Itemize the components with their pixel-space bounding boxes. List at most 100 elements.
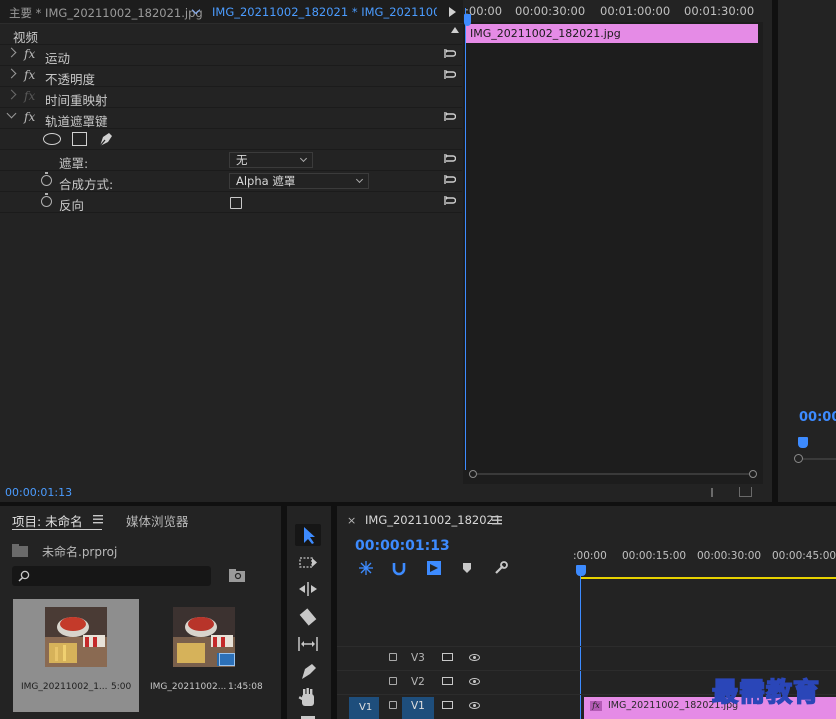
effect-controls-clip[interactable]: IMG_20211002_182021.jpg [466,24,758,43]
program-timecode[interactable]: 00:00 [799,410,836,425]
program-monitor-panel: 00:00 [778,0,836,502]
reverse-checkbox[interactable] [230,197,242,209]
project-item-duration: 5:00 [111,682,132,692]
sequence-tab-title[interactable]: IMG_20211002_182021 [365,513,501,527]
reset-icon[interactable] [444,174,456,186]
add-marker-icon[interactable] [462,562,472,574]
chevron-right-icon[interactable] [6,68,17,79]
reset-icon[interactable] [444,111,456,123]
lock-icon[interactable] [389,653,397,661]
food-photo-image [45,607,107,667]
sequence-playhead-handle[interactable] [576,565,586,576]
eye-icon[interactable] [469,702,480,709]
ripple-edit-tool[interactable] [295,578,321,600]
reset-icon[interactable] [444,195,456,207]
pen-tool[interactable] [295,660,321,682]
track-v3: V3 [337,646,836,670]
playhead-line[interactable] [464,8,471,470]
stopwatch-icon[interactable] [41,172,52,186]
time-ruler[interactable]: :00:00 00:00:30:00 00:01:00:00 00:01:30:… [463,0,763,22]
hand-tool[interactable] [295,686,321,708]
ellipse-mask-icon[interactable] [43,133,61,145]
reset-icon[interactable] [444,153,456,165]
program-scroll-track[interactable] [803,458,836,460]
tab-media-browser[interactable]: 媒体浏览器 [126,511,189,530]
export-icon[interactable] [739,487,752,497]
track-select-icon [299,557,317,568]
play-icon[interactable] [449,7,456,17]
tab-sequence-clip[interactable]: IMG_20211002_182021 * IMG_20211002_... [212,5,437,19]
source-patch-label: V1 [359,702,373,713]
track-name: V1 [411,700,425,712]
project-item[interactable]: IMG_20211002... 1:45:08 [140,599,268,712]
effect-row-time-remap[interactable]: fx 时间重映射 [0,87,462,108]
playhead-handle[interactable] [464,14,471,26]
close-icon[interactable]: × [347,514,356,527]
linked-selection-icon[interactable] [426,560,442,576]
rectangle-mask-icon[interactable] [72,132,87,146]
search-input[interactable] [12,566,211,586]
lock-icon[interactable] [389,677,397,685]
selection-tool[interactable] [295,524,321,546]
composite-label: 合成方式: [59,177,114,192]
matte-dropdown[interactable]: 无 [229,152,313,168]
sync-lock-icon[interactable] [442,701,453,709]
fx-icon[interactable]: fx [24,47,35,61]
project-panel: 项目: 未命名 媒体浏览器 未命名.prproj IMG_20211002_1.… [0,506,281,719]
new-search-bin-icon[interactable] [229,569,245,582]
chevron-down-icon[interactable] [6,108,17,119]
chevron-right-icon[interactable] [6,47,17,58]
fx-icon[interactable]: fx [24,68,35,82]
wrench-icon[interactable] [494,561,508,575]
matte-row: 遮罩: 无 [0,150,462,171]
tab-master-clip[interactable]: 主要 * IMG_20211002_182021.jpg [9,5,203,21]
folder-icon [12,544,28,557]
project-item-name: IMG_20211002... [150,682,227,692]
effect-label: 不透明度 [45,72,96,87]
sequence-time-ruler[interactable]: :00:00 00:00:15:00 00:00:30:00 00:00:45:… [573,546,836,572]
razor-tool[interactable] [295,606,321,628]
composite-dropdown[interactable]: Alpha 遮罩 [229,173,369,189]
search-icon [18,570,30,582]
program-playhead[interactable] [798,437,808,448]
nest-icon[interactable] [358,560,374,576]
sync-lock-icon[interactable] [442,677,453,685]
current-timecode[interactable]: 00:00:01:13 [5,486,72,499]
stopwatch-icon[interactable] [41,193,52,207]
reset-icon[interactable] [444,69,456,81]
work-area-bar[interactable] [581,577,836,579]
slip-tool[interactable] [295,633,321,655]
horizontal-scrollbar[interactable] [469,470,757,478]
sequence-badge-icon [219,653,235,666]
sequence-timecode[interactable]: 00:00:01:13 [355,538,450,554]
scroll-track[interactable] [477,473,749,475]
effect-controls-status: 00:00:01:13 [0,484,766,502]
scroll-handle-left[interactable] [469,470,477,478]
slip-icon [298,637,318,651]
effect-row-track-matte-key[interactable]: fx 轨道遮罩键 [0,108,462,129]
sync-lock-icon[interactable] [442,653,453,661]
effect-row-opacity[interactable]: fx 不透明度 [0,66,462,87]
fx-icon[interactable]: fx [24,110,35,124]
chevron-right-icon[interactable] [6,89,17,100]
effect-label: 轨道遮罩键 [45,114,108,129]
project-item-duration: 1:45:08 [228,682,263,692]
scroll-up-icon[interactable] [450,26,460,40]
pen-mask-icon[interactable] [97,131,115,148]
ruler-label: 00:00:45:00 [772,550,836,562]
scroll-handle-right[interactable] [749,470,757,478]
composite-value: Alpha 遮罩 [236,174,296,188]
tab-project[interactable]: 项目: 未命名 [12,511,83,530]
panel-menu-icon[interactable] [93,515,103,524]
track-select-tool[interactable] [295,552,321,574]
panel-menu-icon[interactable] [492,516,502,525]
snap-icon[interactable] [392,560,406,576]
program-scroll-handle[interactable] [794,454,803,463]
lock-icon[interactable] [389,701,397,709]
audio-solo-icon[interactable] [711,488,723,497]
reset-icon[interactable] [444,48,456,60]
effect-row-motion[interactable]: fx 运动 [0,45,462,66]
eye-icon[interactable] [469,654,480,661]
project-item-selected[interactable]: IMG_20211002_1... 5:00 [13,599,139,712]
eye-icon[interactable] [469,678,480,685]
